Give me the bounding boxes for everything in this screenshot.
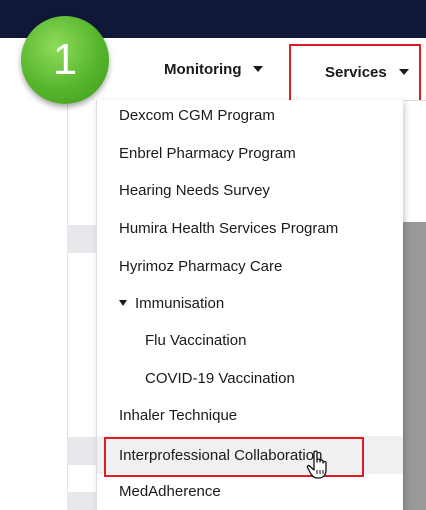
menu-item-label: Hyrimoz Pharmacy Care bbox=[119, 257, 283, 275]
menu-group-immunisation[interactable]: Immunisation bbox=[97, 284, 403, 322]
menu-item-dexcom-cgm-program[interactable]: Dexcom CGM Program bbox=[97, 96, 403, 134]
background-page-right bbox=[402, 222, 426, 510]
menu-item-inhaler-technique[interactable]: Inhaler Technique bbox=[97, 396, 403, 434]
nav-services-label: Services bbox=[325, 63, 387, 81]
nav-services-highlighted[interactable]: Services bbox=[289, 44, 421, 100]
background-row-stripe bbox=[67, 225, 96, 253]
hand-pointer-cursor-icon bbox=[306, 450, 327, 479]
step-number-badge: 1 bbox=[21, 16, 109, 104]
menu-item-label: Inhaler Technique bbox=[119, 406, 238, 424]
nav-services[interactable]: Services bbox=[325, 46, 409, 98]
menu-item-hearing-needs-survey[interactable]: Hearing Needs Survey bbox=[97, 171, 403, 209]
menu-item-hyrimoz-pharmacy-care[interactable]: Hyrimoz Pharmacy Care bbox=[97, 247, 403, 285]
menu-item-label: Flu Vaccination bbox=[145, 331, 247, 349]
nav-monitoring[interactable]: Monitoring bbox=[164, 38, 264, 100]
menu-item-covid-19-vaccination[interactable]: COVID-19 Vaccination bbox=[97, 359, 403, 397]
background-row-stripe bbox=[67, 437, 96, 465]
caret-down-icon bbox=[398, 69, 409, 75]
menu-item-label: MedAdherence bbox=[119, 482, 221, 500]
menu-item-medadherence[interactable]: MedAdherence bbox=[97, 472, 403, 510]
menu-group-label: Immunisation bbox=[135, 294, 225, 312]
menu-item-label: Humira Health Services Program bbox=[119, 219, 339, 237]
menu-item-label: COVID-19 Vaccination bbox=[145, 369, 295, 387]
menu-item-label: Enbrel Pharmacy Program bbox=[119, 144, 296, 162]
menu-item-humira-health-services-program[interactable]: Humira Health Services Program bbox=[97, 209, 403, 247]
caret-down-icon bbox=[253, 66, 264, 72]
nav-monitoring-label: Monitoring bbox=[164, 60, 242, 78]
menu-item-flu-vaccination[interactable]: Flu Vaccination bbox=[97, 321, 403, 359]
caret-down-icon bbox=[119, 300, 127, 306]
menu-item-label: Dexcom CGM Program bbox=[119, 106, 275, 124]
background-row-stripe bbox=[67, 492, 96, 510]
menu-item-label: Hearing Needs Survey bbox=[119, 181, 270, 199]
menu-item-enbrel-pharmacy-program[interactable]: Enbrel Pharmacy Program bbox=[97, 134, 403, 172]
